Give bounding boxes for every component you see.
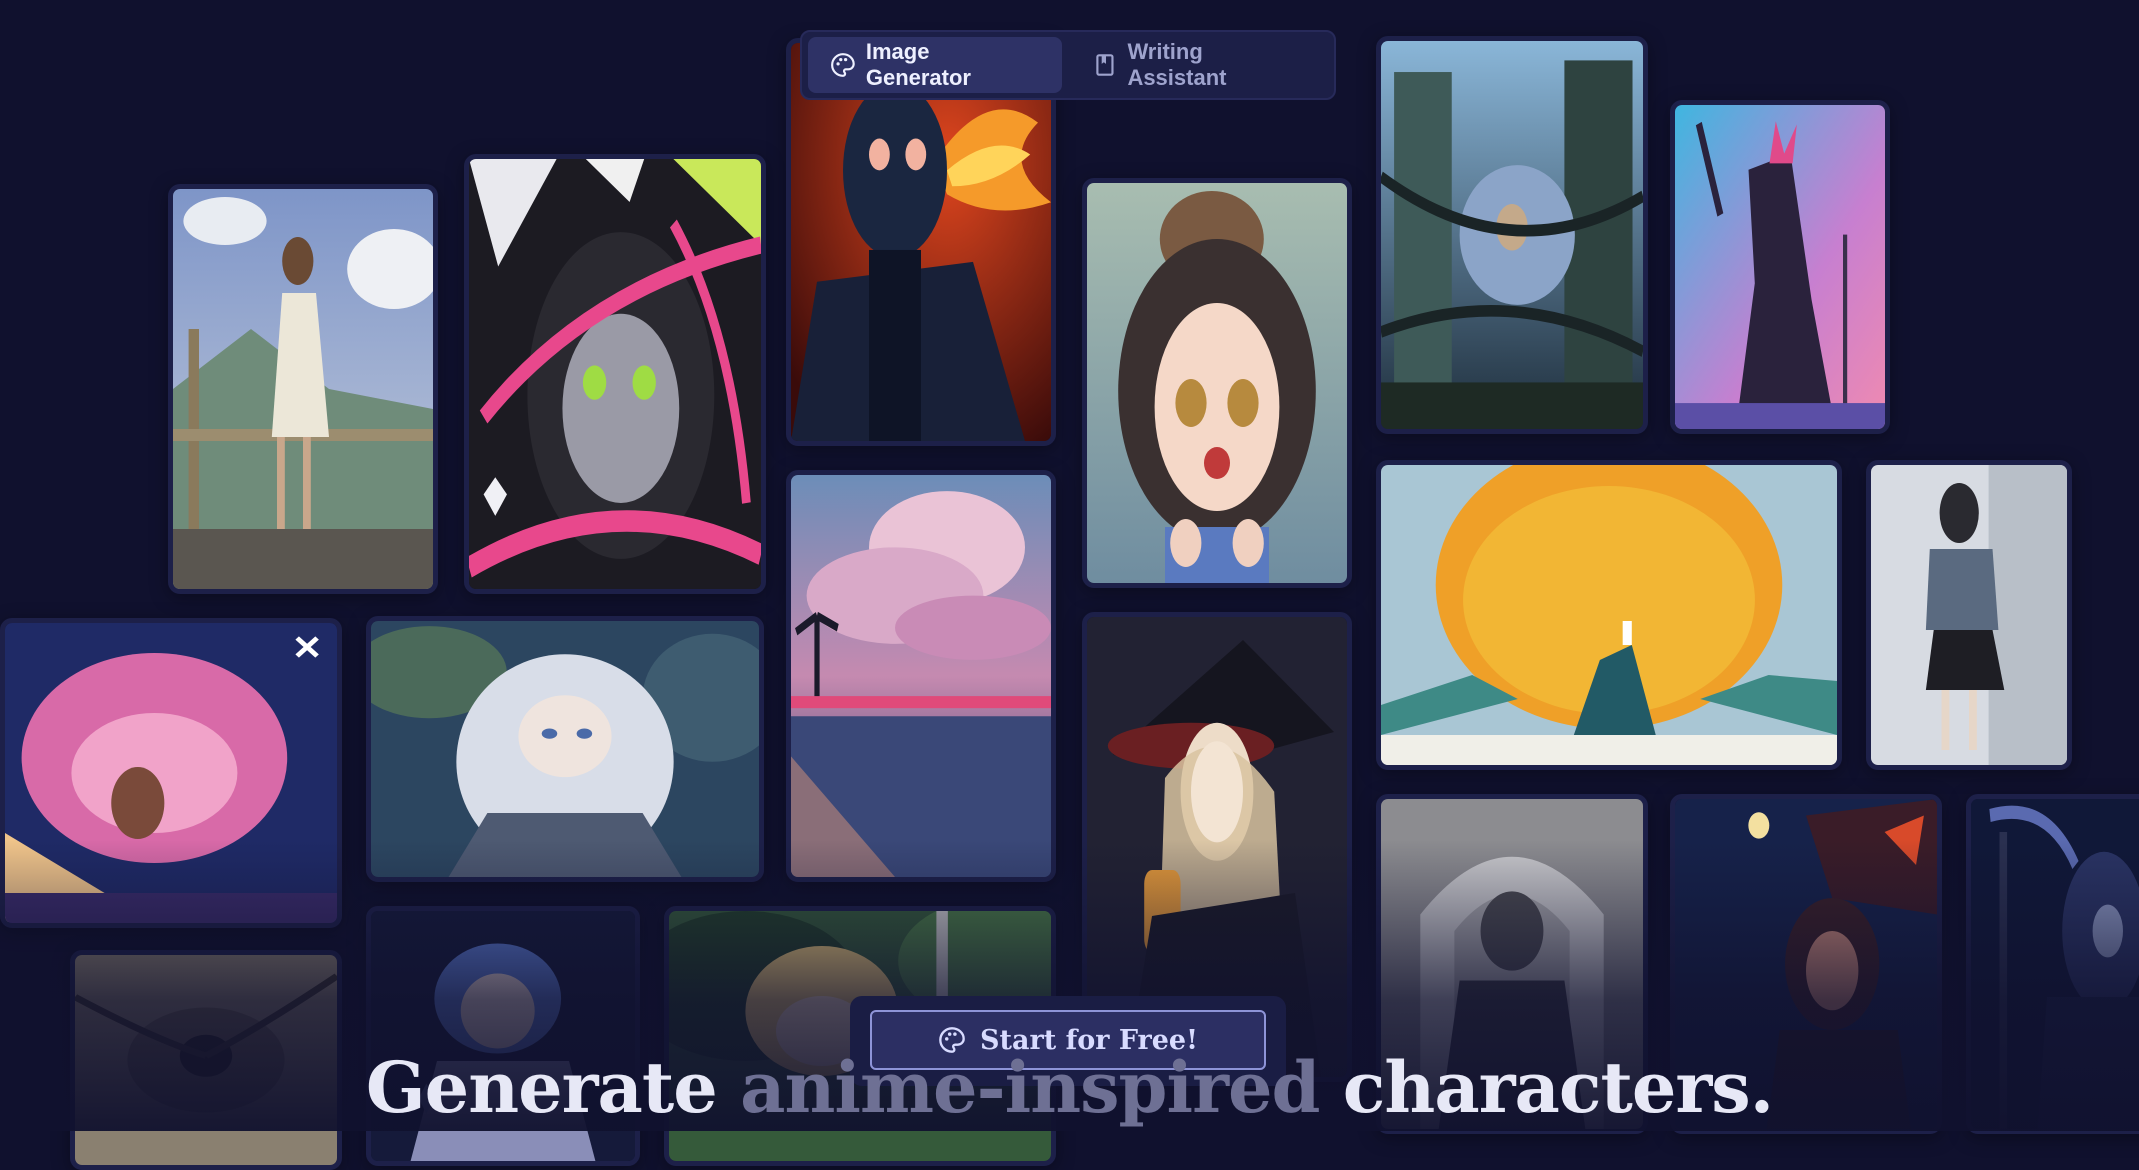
- gallery-image-dark-knight[interactable]: [1670, 100, 1890, 434]
- artwork-image: [1087, 183, 1347, 583]
- image-gallery: [0, 0, 2139, 1131]
- palette-icon: [830, 52, 856, 78]
- gallery-image-schoolgirl-street[interactable]: [1866, 460, 2072, 770]
- artwork-image: [791, 43, 1051, 441]
- gallery-image-orange-sun[interactable]: [1376, 460, 1842, 770]
- artwork-image: [469, 159, 761, 589]
- gallery-image-girl-ribbons[interactable]: [464, 154, 766, 594]
- headline-word-generate: Generate: [366, 1046, 740, 1129]
- tab-label: Image Generator: [866, 39, 1040, 91]
- tab-image-generator[interactable]: Image Generator: [808, 37, 1062, 93]
- artwork-image: [173, 189, 433, 589]
- artwork-image: [371, 621, 759, 877]
- gallery-image-boy-fence[interactable]: [168, 184, 438, 594]
- artwork-image: [1381, 465, 1837, 765]
- gallery-image-silver-hair-girl[interactable]: [366, 616, 764, 882]
- gallery-image-coral[interactable]: [0, 618, 342, 928]
- headline-word-anime-inspired: anime-inspired: [740, 1046, 1319, 1129]
- gallery-image-beach-sunset[interactable]: [786, 470, 1056, 882]
- gallery-image-ruined-tower[interactable]: [1376, 36, 1648, 434]
- mode-tab-switcher: Image Generator Writing Assistant: [800, 30, 1336, 100]
- headline-word-characters: characters.: [1319, 1046, 1773, 1129]
- artwork-image: [1675, 105, 1885, 429]
- artwork-image: [5, 623, 337, 923]
- book-icon: [1092, 52, 1118, 78]
- hero-headline: Generate anime-inspired characters.: [0, 1046, 2139, 1130]
- gallery-image-girl-bear-hat[interactable]: [1082, 178, 1352, 588]
- tab-writing-assistant[interactable]: Writing Assistant: [1070, 37, 1328, 93]
- artwork-image: [791, 475, 1051, 877]
- tab-label: Writing Assistant: [1127, 39, 1306, 91]
- artwork-image: [1871, 465, 2067, 765]
- artwork-image: [1381, 41, 1643, 429]
